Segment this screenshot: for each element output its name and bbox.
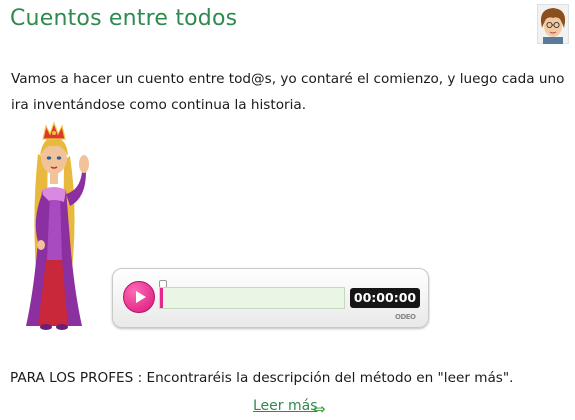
audio-player: 00:00:00 ODEO [112, 268, 429, 328]
read-more-link[interactable]: Leer más [253, 398, 318, 414]
arrow-right-icon[interactable]: ⇒ [313, 400, 326, 418]
play-button[interactable] [123, 281, 155, 313]
play-icon [136, 291, 146, 303]
teacher-note: PARA LOS PROFES : Encontraréis la descri… [10, 370, 514, 386]
author-avatar[interactable] [537, 4, 569, 44]
intro-text: Vamos a hacer un cuento entre tod@s, yo … [11, 71, 565, 113]
progress-indicator [160, 288, 163, 308]
princess-illustration [26, 121, 89, 330]
player-brand-logo: ODEO [395, 313, 416, 321]
post-title: Cuentos entre todos [10, 6, 238, 31]
progress-track[interactable] [159, 287, 345, 309]
time-display: 00:00:00 [350, 288, 420, 308]
